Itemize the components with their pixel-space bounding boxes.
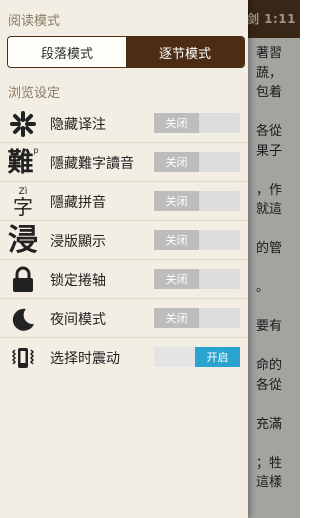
setting-label: 夜间模式 xyxy=(50,312,106,328)
toggle-state: 关闭 xyxy=(154,308,199,328)
lock-icon xyxy=(6,263,40,297)
toggle-state: 关闭 xyxy=(154,269,199,289)
lock-scroll-toggle[interactable]: 关闭 xyxy=(154,269,240,289)
setting-row-hide-pinyin[interactable]: Zì 字 隱藏拼音 关闭 xyxy=(0,182,248,221)
setting-row-hide-difficult-readings[interactable]: 難p 隱藏難字讀音 关闭 xyxy=(0,143,248,182)
night-mode-toggle[interactable]: 关闭 xyxy=(154,308,240,328)
toggle-state: 开启 xyxy=(195,347,240,367)
setting-row-vibrate-on-select[interactable]: 选择时震动 开启 xyxy=(0,338,248,376)
reading-mode-title: 阅读模式 xyxy=(8,14,61,29)
setting-label: 隱藏拼音 xyxy=(50,195,106,211)
browse-settings-title: 浏览设定 xyxy=(8,86,61,101)
verse-mode-button[interactable]: 逐节模式 xyxy=(126,37,244,67)
setting-row-immersion-display[interactable]: 浸 浸版顯示 关闭 xyxy=(0,221,248,260)
setting-label: 选择时震动 xyxy=(50,351,120,367)
pinyin-character-icon: Zì 字 xyxy=(13,186,33,219)
difficult-character-icon: 難p xyxy=(7,146,39,178)
toggle-state: 关闭 xyxy=(154,191,199,211)
setting-label: 隱藏難字讀音 xyxy=(50,156,134,172)
asterisk-icon xyxy=(6,107,40,141)
hide-notes-toggle[interactable]: 关闭 xyxy=(154,113,240,133)
setting-label: 隐藏译注 xyxy=(50,117,106,133)
toggle-state: 关闭 xyxy=(154,113,199,133)
vibrate-icon xyxy=(6,341,40,375)
toggle-state: 关闭 xyxy=(154,152,199,172)
setting-label: 锁定捲轴 xyxy=(50,273,106,289)
setting-row-hide-notes[interactable]: 隐藏译注 关闭 xyxy=(0,104,248,143)
vibrate-on-select-toggle[interactable]: 开启 xyxy=(154,347,240,367)
immersion-character-icon: 浸 xyxy=(8,223,38,258)
settings-drawer: 阅读模式 段落模式 逐节模式 浏览设定 隐藏译注 关闭 難 p 隱藏難字讀音 关… xyxy=(0,0,248,518)
toggle-state: 关闭 xyxy=(154,230,199,250)
reading-mode-segmented-control: 段落模式 逐节模式 xyxy=(7,36,245,68)
hide-difficult-readings-toggle[interactable]: 关闭 xyxy=(154,152,240,172)
paragraph-mode-button[interactable]: 段落模式 xyxy=(8,37,126,67)
immersion-display-toggle[interactable]: 关闭 xyxy=(154,230,240,250)
hide-pinyin-toggle[interactable]: 关闭 xyxy=(154,191,240,211)
setting-label: 浸版顯示 xyxy=(50,234,106,250)
drawer-scrim[interactable] xyxy=(248,0,300,518)
moon-icon xyxy=(6,302,40,336)
setting-row-lock-scroll[interactable]: 锁定捲轴 关闭 xyxy=(0,260,248,299)
setting-row-night-mode[interactable]: 夜间模式 关闭 xyxy=(0,299,248,338)
